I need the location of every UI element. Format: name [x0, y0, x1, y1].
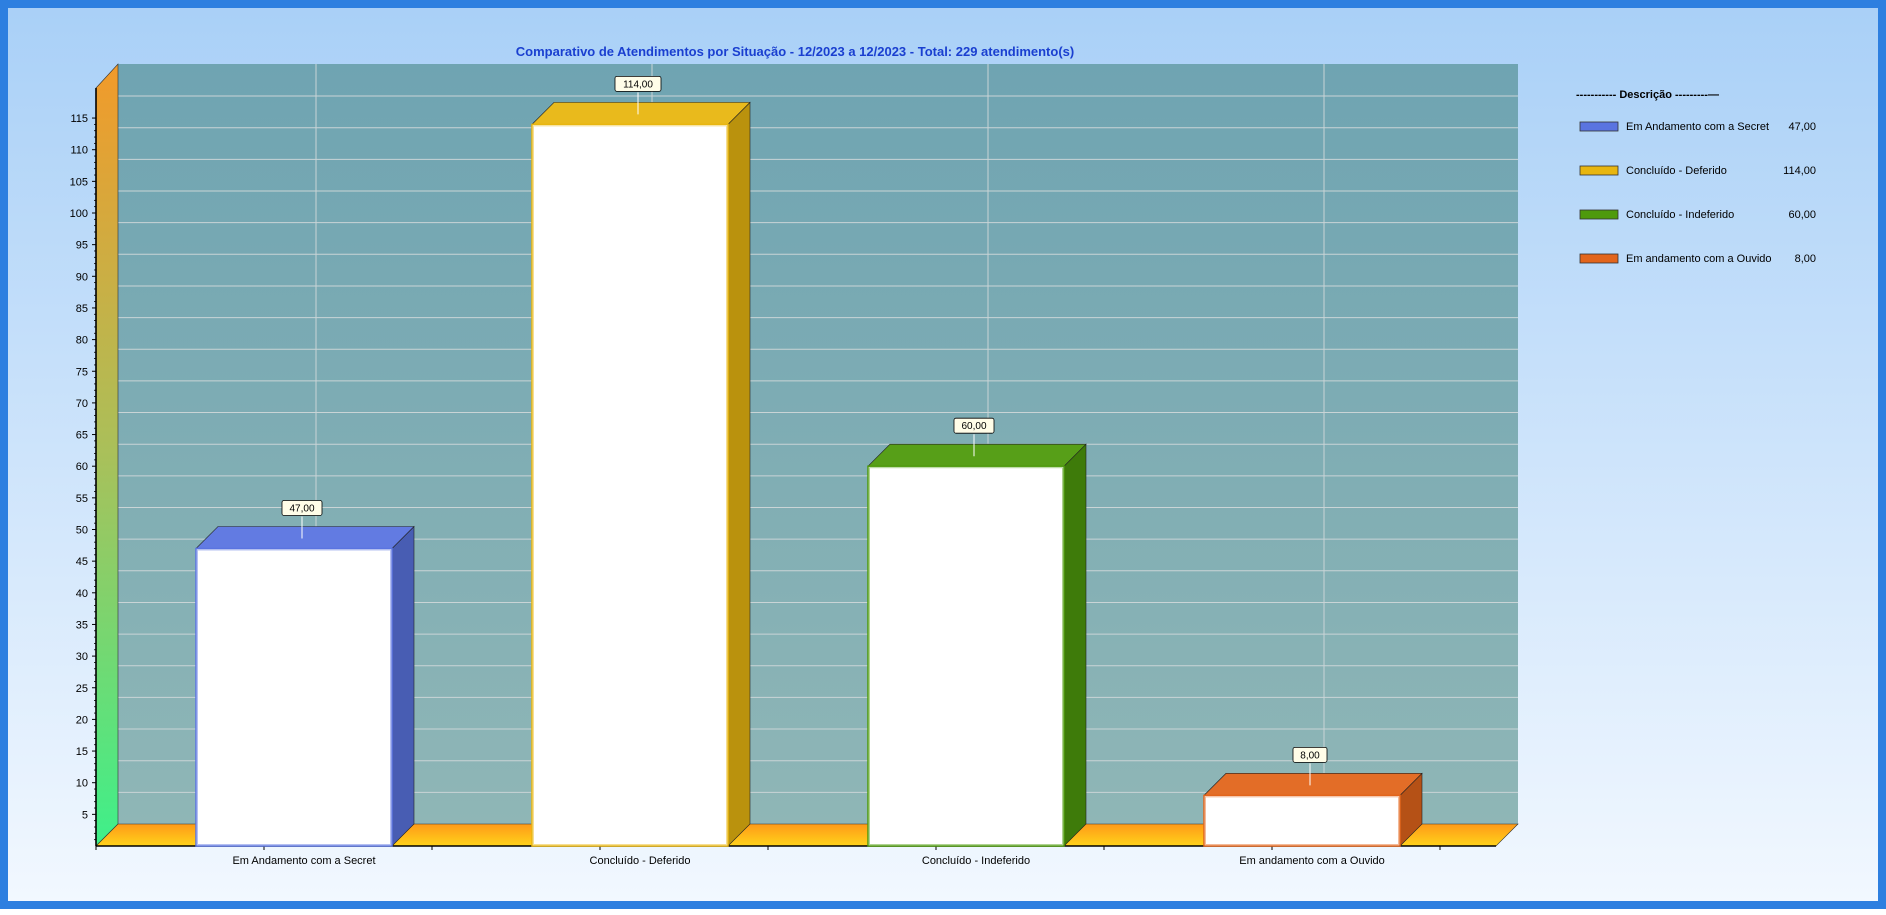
bar-top [195, 526, 415, 549]
y-tick-label: 30 [76, 651, 88, 663]
legend-label: Concluído - Deferido [1626, 165, 1727, 177]
y-tick-label: 115 [70, 113, 88, 125]
y-tick-label: 110 [70, 145, 88, 157]
chart-frame: Comparativo de Atendimentos por Situação… [0, 0, 1886, 909]
y-tick-label: 5 [82, 809, 88, 821]
x-tick-label: Concluído - Indeferido [922, 855, 1030, 867]
x-tick-label: Em andamento com a Ouvido [1239, 855, 1385, 867]
y-tick-label: 75 [76, 366, 88, 378]
y-tick-label: 45 [76, 556, 88, 568]
bar-top [867, 443, 1087, 467]
y-tick-label: 15 [76, 746, 88, 758]
y-tick-label: 40 [76, 588, 88, 600]
plot-left-wall [95, 63, 119, 847]
y-tick-label: 10 [76, 778, 88, 790]
bar-side [727, 101, 751, 847]
bar-3: 60,00 [867, 417, 1087, 847]
y-tick-label: 80 [76, 335, 88, 347]
legend-value: 114,00 [1783, 165, 1816, 177]
data-label: 8,00 [1300, 750, 1320, 761]
y-tick-label: 95 [76, 240, 88, 252]
y-tick-label: 100 [70, 208, 88, 220]
y-tick-label: 60 [76, 461, 88, 473]
legend-value: 60,00 [1788, 209, 1816, 221]
y-tick-label: 85 [76, 303, 88, 315]
y-tick-label: 65 [76, 430, 88, 442]
bar-front [867, 465, 1065, 847]
bar-2: 114,00 [531, 75, 751, 847]
legend-swatch [1579, 209, 1619, 220]
data-label: 47,00 [289, 503, 314, 514]
x-tick-label: Em Andamento com a Secret [232, 855, 375, 867]
bar-top [531, 102, 751, 125]
y-tick-label: 25 [76, 683, 88, 695]
legend-title: ----------- Descrição ---------— [1576, 89, 1719, 101]
legend-label: Em andamento com a Ouvido [1626, 253, 1772, 265]
chart-title: Comparativo de Atendimentos por Situação… [516, 44, 1074, 59]
x-tick-label: Concluído - Deferido [590, 855, 691, 867]
legend-swatch [1579, 121, 1619, 132]
legend-label: Concluído - Indeferido [1626, 209, 1734, 221]
legend-swatch [1579, 165, 1619, 176]
bar-side [1063, 443, 1087, 847]
bar-1: 47,00 [195, 500, 415, 847]
y-tick-label: 50 [76, 525, 88, 537]
y-tick-label: 55 [76, 493, 88, 505]
bar-front [531, 123, 729, 847]
y-tick-label: 90 [76, 271, 88, 283]
legend-swatch [1579, 253, 1619, 264]
data-label: 60,00 [961, 421, 986, 432]
y-tick-label: 35 [76, 619, 88, 631]
y-tick-label: 70 [76, 398, 88, 410]
legend-label: Em Andamento com a Secret [1626, 121, 1769, 133]
y-tick-label: 105 [70, 176, 88, 188]
legend-value: 8,00 [1795, 253, 1816, 265]
data-label: 114,00 [623, 79, 653, 90]
bar-side [391, 525, 415, 847]
y-tick-label: 20 [76, 714, 88, 726]
bar-top [1203, 773, 1423, 796]
legend-value: 47,00 [1788, 121, 1816, 133]
bar-front [195, 547, 393, 847]
bar-front [1203, 794, 1401, 847]
